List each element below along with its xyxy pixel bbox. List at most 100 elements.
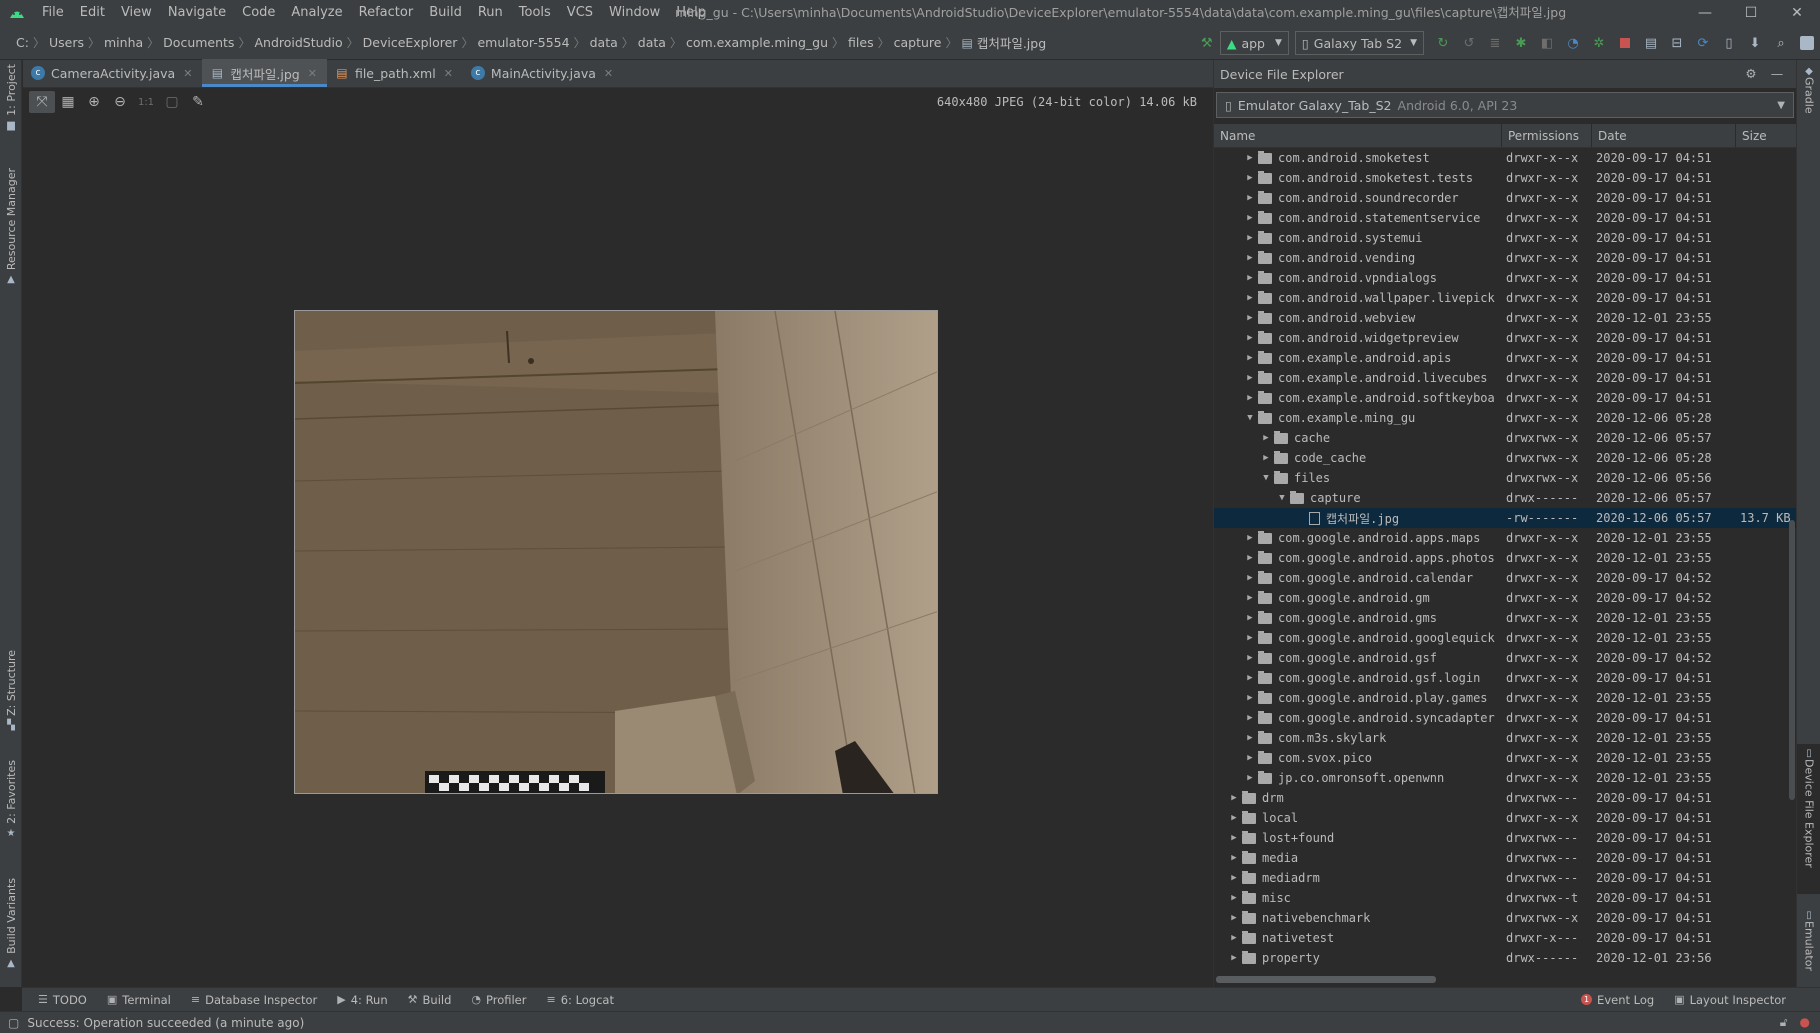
favorites-tool-tab[interactable]: 2: Favorites ★ xyxy=(0,760,22,839)
vertical-scrollbar[interactable] xyxy=(1789,520,1795,800)
chevron-right-icon[interactable]: ▶ xyxy=(1242,353,1258,363)
file-tree-row[interactable]: ▶ com.google.android.gsf.login drwxr-x--x 2… xyxy=(1214,668,1796,688)
bottom-tool-todo[interactable]: ☰ TODO xyxy=(28,993,97,1007)
column-name[interactable]: Name xyxy=(1214,124,1502,147)
bottom-tool-run[interactable]: ▶ 4: Run xyxy=(327,993,397,1007)
breadcrumb-item[interactable]: minha xyxy=(100,35,147,50)
file-tree-row[interactable]: ▶ com.android.widgetpreview drwxr-x--x 2020… xyxy=(1214,328,1796,348)
breadcrumb-item[interactable]: Documents xyxy=(159,35,238,50)
menu-refactor[interactable]: Refactor xyxy=(351,0,422,26)
sdk-download-icon[interactable]: ⬇ xyxy=(1742,31,1768,55)
fit-to-window-icon[interactable]: ⤧ xyxy=(29,91,55,113)
file-tree-row[interactable]: ▶ com.google.android.apps.maps drwxr-x--x 2… xyxy=(1214,528,1796,548)
structure-tool-tab[interactable]: Z: Structure ▚ xyxy=(0,650,22,731)
gradle-sync-icon[interactable]: ⟳ xyxy=(1690,31,1716,55)
chevron-right-icon[interactable]: ▶ xyxy=(1242,213,1258,223)
chevron-right-icon[interactable]: ▶ xyxy=(1242,673,1258,683)
menu-view[interactable]: View xyxy=(113,0,160,26)
maximize-button[interactable]: ☐ xyxy=(1728,0,1774,26)
run-configuration-select[interactable]: ▲ app ▼ xyxy=(1219,31,1289,55)
file-tree-row[interactable]: ▶ media drwxrwx--- 2020-09-17 04:51 xyxy=(1214,848,1796,868)
gear-icon[interactable]: ⚙ xyxy=(1738,60,1764,88)
breadcrumb-item[interactable]: data xyxy=(586,35,622,50)
grid-icon[interactable]: ▦ xyxy=(55,91,81,113)
breadcrumb-item[interactable]: C: xyxy=(12,35,33,50)
menu-window[interactable]: Window xyxy=(601,0,668,26)
attach-debugger-icon[interactable]: ✲ xyxy=(1586,31,1612,55)
chevron-right-icon[interactable]: ▶ xyxy=(1226,893,1242,903)
file-tree-row[interactable]: ▶ com.google.android.googlequick drwxr-x--… xyxy=(1214,628,1796,648)
bottom-tool-logcat[interactable]: ≡ 6: Logcat xyxy=(537,993,625,1007)
file-tree-row[interactable]: ▶ local drwxr-x--x 2020-09-17 04:51 xyxy=(1214,808,1796,828)
editor-tab[interactable]: ▤ 캡처파일.jpg ✕ xyxy=(202,59,327,87)
chevron-right-icon[interactable]: ▶ xyxy=(1242,393,1258,403)
debug-icon[interactable]: ✱ xyxy=(1508,31,1534,55)
chevron-right-icon[interactable]: ▶ xyxy=(1226,833,1242,843)
file-tree-row[interactable]: ▶ com.google.android.calendar drwxr-x--x 20… xyxy=(1214,568,1796,588)
fit-zoom-icon[interactable]: ▢ xyxy=(159,91,185,113)
chevron-right-icon[interactable]: ▶ xyxy=(1226,953,1242,963)
menu-code[interactable]: Code xyxy=(234,0,283,26)
chevron-down-icon[interactable]: ▼ xyxy=(1258,473,1274,483)
chevron-right-icon[interactable]: ▶ xyxy=(1242,593,1258,603)
file-tree-row[interactable]: ▶ nativebenchmark drwxrwx--x 2020-09-17 04:… xyxy=(1214,908,1796,928)
color-picker-icon[interactable]: ✎ xyxy=(185,91,211,113)
apply-code-changes-icon[interactable]: ≣ xyxy=(1482,31,1508,55)
sdk-manager-icon[interactable]: ⊟ xyxy=(1664,31,1690,55)
horizontal-scrollbar[interactable] xyxy=(1216,976,1436,983)
menu-file[interactable]: File xyxy=(34,0,72,26)
file-tree-row[interactable]: ▶ com.google.android.gms drwxr-x--x 2020-12… xyxy=(1214,608,1796,628)
file-tree-row[interactable]: 캡처파일.jpg -rw------- 2020-12-06 05:57 13.7 K… xyxy=(1214,508,1796,528)
file-tree-row[interactable]: ▶ com.android.soundrecorder drwxr-x--x 2020… xyxy=(1214,188,1796,208)
minimize-button[interactable]: — xyxy=(1682,0,1728,26)
device-select[interactable]: ▯ Galaxy Tab S2 ▼ xyxy=(1294,31,1424,55)
actual-size-button[interactable]: 1:1 xyxy=(133,91,159,113)
zoom-out-icon[interactable]: ⊖ xyxy=(107,91,133,113)
chevron-right-icon[interactable]: ▶ xyxy=(1258,453,1274,463)
chevron-right-icon[interactable]: ▶ xyxy=(1242,653,1258,663)
chevron-right-icon[interactable]: ▶ xyxy=(1242,313,1258,323)
close-tab-icon[interactable]: ✕ xyxy=(604,67,613,80)
chevron-right-icon[interactable]: ▶ xyxy=(1242,633,1258,643)
lock-icon[interactable]: 🔓︎ xyxy=(1780,1015,1788,1030)
stop-icon[interactable] xyxy=(1612,31,1638,55)
editor-tab[interactable]: ▤ file_path.xml ✕ xyxy=(327,59,463,87)
sync-project-icon[interactable]: ▤ xyxy=(1638,31,1664,55)
zoom-in-icon[interactable]: ⊕ xyxy=(81,91,107,113)
chevron-right-icon[interactable]: ▶ xyxy=(1242,153,1258,163)
breadcrumb-item[interactable]: capture xyxy=(890,35,946,50)
chevron-right-icon[interactable]: ▶ xyxy=(1226,813,1242,823)
bottom-tool-build[interactable]: ⚒ Build xyxy=(398,993,462,1007)
breadcrumb-item[interactable]: files xyxy=(844,35,878,50)
bottom-tool-event-log[interactable]: 1 Event Log xyxy=(1571,993,1664,1007)
chevron-right-icon[interactable]: ▶ xyxy=(1226,853,1242,863)
menu-run[interactable]: Run xyxy=(470,0,511,26)
error-icon[interactable]: ● xyxy=(1800,1015,1810,1030)
file-tree-row[interactable]: ▶ lost+found drwxrwx--- 2020-09-17 04:51 xyxy=(1214,828,1796,848)
hide-panel-icon[interactable]: — xyxy=(1764,60,1790,88)
menu-vcs[interactable]: VCS xyxy=(559,0,601,26)
file-tree-row[interactable]: ▶ com.google.android.gsf drwxr-x--x 2020-09… xyxy=(1214,648,1796,668)
bottom-tool-database-inspector[interactable]: ≡ Database Inspector xyxy=(181,993,327,1007)
file-tree-row[interactable]: ▶ com.google.android.gm drwxr-x--x 2020-09-… xyxy=(1214,588,1796,608)
column-date[interactable]: Date xyxy=(1592,124,1736,147)
chevron-right-icon[interactable]: ▶ xyxy=(1242,233,1258,243)
chevron-down-icon[interactable]: ▼ xyxy=(1242,413,1258,423)
breadcrumb-item[interactable]: DeviceExplorer xyxy=(359,35,462,50)
file-tree-row[interactable]: ▶ com.google.android.apps.photos drwxr-x--… xyxy=(1214,548,1796,568)
file-tree-row[interactable]: ▶ property drwx------ 2020-12-01 23:56 xyxy=(1214,948,1796,968)
file-tree-row[interactable]: ▶ com.svox.pico drwxr-x--x 2020-12-01 23:55 xyxy=(1214,748,1796,768)
file-tree-row[interactable]: ▶ drm drwxrwx--- 2020-09-17 04:51 xyxy=(1214,788,1796,808)
file-tree-row[interactable]: ▼ files drwxrwx--x 2020-12-06 05:56 xyxy=(1214,468,1796,488)
file-tree-row[interactable]: ▶ com.google.android.play.games drwxr-x--x… xyxy=(1214,688,1796,708)
chevron-right-icon[interactable]: ▶ xyxy=(1226,913,1242,923)
menu-tools[interactable]: Tools xyxy=(511,0,559,26)
build-variants-tool-tab[interactable]: Build Variants ▲ xyxy=(0,878,22,969)
file-tree-row[interactable]: ▶ code_cache drwxrwx--x 2020-12-06 05:28 xyxy=(1214,448,1796,468)
chevron-right-icon[interactable]: ▶ xyxy=(1242,373,1258,383)
search-icon[interactable]: ⌕ xyxy=(1768,31,1794,55)
file-tree-row[interactable]: ▶ com.google.android.syncadapter drwxr-x--… xyxy=(1214,708,1796,728)
file-tree-row[interactable]: ▶ com.android.wallpaper.livepick drwxr-x--… xyxy=(1214,288,1796,308)
bottom-tool-layout-inspector[interactable]: ▣ Layout Inspector xyxy=(1664,993,1796,1007)
emulator-tool-tab[interactable]: ▯ Emulator xyxy=(1797,910,1820,971)
